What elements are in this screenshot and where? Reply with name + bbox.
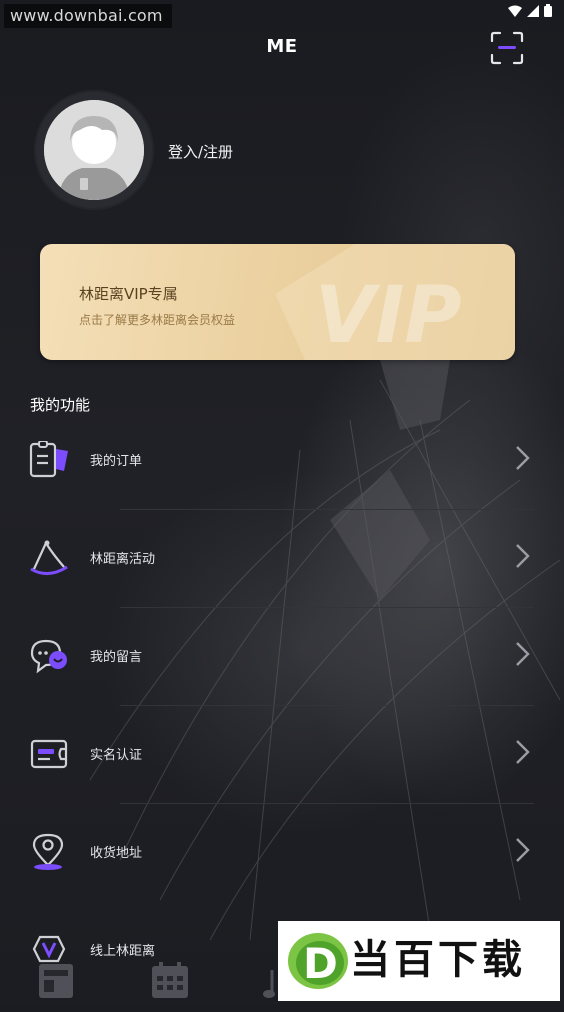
brand-watermark: D 当百下载 [278, 921, 560, 1001]
vip-subtitle: 点击了解更多林距离会员权益 [79, 313, 236, 327]
avatar[interactable] [44, 100, 144, 200]
menu-item-orders[interactable]: 我的订单 [0, 425, 564, 522]
vip-emblem-text: VIP [315, 271, 462, 360]
battery-icon [544, 4, 552, 17]
login-register-link[interactable]: 登入/注册 [168, 141, 233, 162]
chevron-right-icon [516, 544, 530, 568]
news-icon[interactable] [37, 960, 77, 1000]
id-card-icon [30, 739, 68, 769]
page-title: ME [266, 36, 298, 57]
site-watermark: www.downbai.com [4, 4, 172, 28]
default-avatar-icon [44, 100, 144, 200]
chevron-right-icon [516, 838, 530, 862]
brand-text: 当百下载 [350, 937, 526, 983]
menu-item-label: 林距离活动 [90, 552, 156, 567]
menu-item-messages[interactable]: 我的留言 [0, 621, 564, 718]
chevron-right-icon [516, 642, 530, 666]
menu-item-label: 线上林距离 [90, 944, 156, 959]
divider [120, 509, 534, 510]
wifi-icon [508, 5, 522, 17]
chevron-right-icon [516, 740, 530, 764]
signal-icon [527, 4, 539, 17]
calendar-icon[interactable] [150, 960, 190, 1000]
vip-card[interactable]: VIP 林距离VIP专属 点击了解更多林距离会员权益 [40, 244, 515, 360]
vip-emblem: VIP [275, 244, 515, 360]
menu-item-identity-verification[interactable]: 实名认证 [0, 719, 564, 816]
status-icons [508, 4, 552, 17]
location-icon [32, 833, 64, 870]
divider [120, 705, 534, 706]
brand-logo-letter: D [303, 939, 338, 988]
menu-item-label: 我的留言 [90, 650, 143, 665]
menu-item-label: 实名认证 [90, 748, 143, 763]
divider [120, 607, 534, 608]
order-icon [29, 441, 68, 478]
chevron-right-icon [516, 446, 530, 470]
message-icon [30, 639, 67, 674]
menu-item-label: 我的订单 [90, 454, 143, 469]
section-title: 我的功能 [30, 396, 91, 414]
menu-item-activities[interactable]: 林距离活动 [0, 523, 564, 620]
vip-title: 林距离VIP专属 [79, 285, 178, 303]
divider [120, 803, 534, 804]
brand-logo-icon: D [288, 933, 348, 989]
menu-item-label: 收货地址 [90, 846, 143, 861]
scan-icon[interactable] [490, 31, 524, 65]
hat-icon [30, 540, 68, 575]
menu-item-shipping-address[interactable]: 收货地址 [0, 817, 564, 914]
